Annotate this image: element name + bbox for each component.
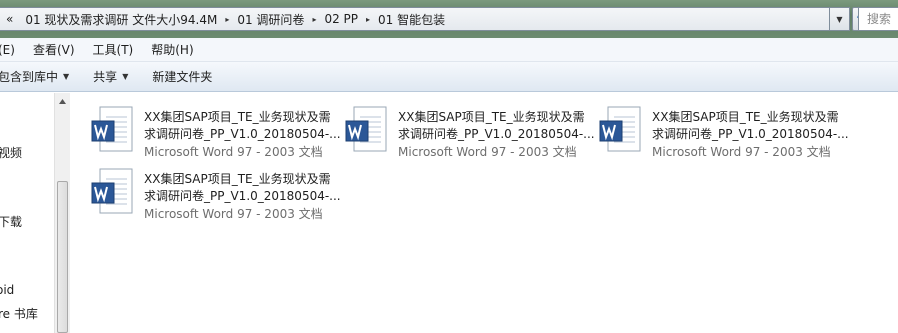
include-in-library-button[interactable]: 包含到库中 ▼ (0, 62, 81, 92)
file-name-line2: 求调研问卷_PP_V1.0_20180504-... (652, 127, 849, 141)
file-list: XX集团SAP项目_TE_业务现状及需 求调研问卷_PP_V1.0_201805… (70, 93, 898, 333)
file-item[interactable]: XX集团SAP项目_TE_业务现状及需 求调研问卷_PP_V1.0_201805… (70, 98, 341, 159)
file-name-line1: XX集团SAP项目_TE_业务现状及需 (144, 110, 331, 124)
menu-edit[interactable]: (E) (0, 38, 24, 62)
file-type: Microsoft Word 97 - 2003 文档 (398, 145, 577, 159)
menu-view[interactable]: 查看(V) (24, 38, 84, 62)
breadcrumb-item[interactable]: 01 智能包装 (372, 8, 451, 30)
file-item[interactable]: XX集团SAP项目_TE_业务现状及需 求调研问卷_PP_V1.0_201805… (70, 160, 341, 221)
scroll-up-arrow-icon[interactable] (55, 93, 70, 109)
new-folder-label: 新建文件夹 (152, 69, 213, 84)
word-document-icon (599, 106, 641, 152)
nav-item-downloads[interactable]: 下载 (0, 213, 22, 230)
share-label: 共享 (93, 69, 118, 84)
breadcrumb-item[interactable]: 01 现状及需求调研 文件大小94.4M (19, 8, 223, 30)
file-name-line1: XX集团SAP项目_TE_业务现状及需 (652, 110, 839, 124)
nav-item-android[interactable]: oid (0, 283, 14, 297)
nav-item-library[interactable]: re 书库 (0, 305, 38, 322)
file-item[interactable]: XX集团SAP项目_TE_业务现状及需 求调研问卷_PP_V1.0_201805… (578, 98, 849, 159)
word-document-icon (345, 106, 387, 152)
chevron-down-icon: ▼ (122, 71, 129, 81)
menu-bar: (E) 查看(V) 工具(T) 帮助(H) (0, 38, 898, 62)
file-name-line1: XX集团SAP项目_TE_业务现状及需 (144, 172, 331, 186)
file-item[interactable]: XX集团SAP项目_TE_业务现状及需 求调研问卷_PP_V1.0_201805… (324, 98, 595, 159)
file-name-line2: 求调研问卷_PP_V1.0_20180504-... (398, 127, 595, 141)
file-type: Microsoft Word 97 - 2003 文档 (652, 145, 831, 159)
breadcrumb-item[interactable]: 01 调研问卷 (231, 8, 310, 30)
menu-help[interactable]: 帮助(H) (142, 38, 202, 62)
command-toolbar: 包含到库中 ▼ 共享 ▼ 新建文件夹 (0, 62, 898, 92)
chevron-down-icon: ▼ (836, 14, 843, 24)
breadcrumb-separator-icon[interactable]: ▸ (310, 15, 318, 24)
file-name-line1: XX集团SAP项目_TE_业务现状及需 (398, 110, 585, 124)
search-input[interactable]: 搜索 (858, 7, 898, 31)
file-name-line2: 求调研问卷_PP_V1.0_20180504-... (144, 189, 341, 203)
new-folder-button[interactable]: 新建文件夹 (140, 62, 224, 92)
word-document-icon (91, 168, 133, 214)
chevron-down-icon: ▼ (63, 71, 70, 81)
file-type: Microsoft Word 97 - 2003 文档 (144, 207, 323, 221)
file-type: Microsoft Word 97 - 2003 文档 (144, 145, 323, 159)
word-document-icon (91, 106, 133, 152)
scrollbar-thumb[interactable] (57, 181, 68, 333)
breadcrumb-item[interactable]: 02 PP (318, 8, 364, 30)
include-in-library-label: 包含到库中 (0, 69, 59, 84)
nav-item-videos[interactable]: 视频 (0, 144, 22, 161)
breadcrumb-overflow-chevron[interactable]: « (0, 8, 19, 30)
breadcrumb-separator-icon[interactable]: ▸ (364, 15, 372, 24)
address-bar[interactable]: « 01 现状及需求调研 文件大小94.4M ▸ 01 调研问卷 ▸ 02 PP… (0, 7, 830, 31)
menu-tools[interactable]: 工具(T) (84, 38, 143, 62)
share-button[interactable]: 共享 ▼ (81, 62, 140, 92)
address-history-dropdown[interactable]: ▼ (830, 7, 850, 31)
file-name-line2: 求调研问卷_PP_V1.0_20180504-... (144, 127, 341, 141)
breadcrumb-separator-icon[interactable]: ▸ (223, 15, 231, 24)
navigation-scrollbar[interactable] (54, 93, 70, 333)
